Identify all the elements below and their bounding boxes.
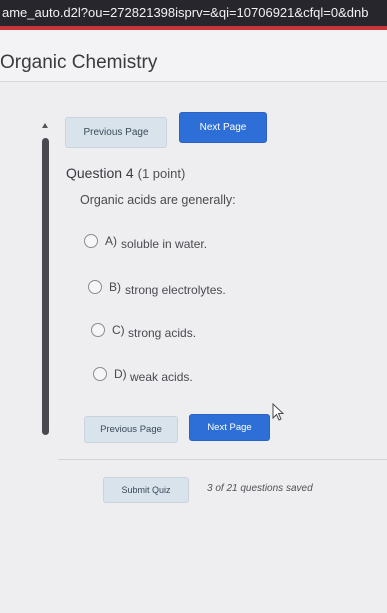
next-page-label: Next Page [199, 122, 247, 133]
option-c-letter: C) [112, 323, 125, 337]
previous-page-button-bottom[interactable]: Previous Page [84, 416, 178, 443]
next-page-button-top[interactable]: Next Page [179, 112, 267, 143]
submit-quiz-button[interactable]: Submit Quiz [103, 477, 189, 503]
option-a-text: soluble in water. [121, 237, 208, 251]
course-header: Organic Chemistry [0, 30, 387, 82]
option-d-letter: D) [114, 367, 127, 381]
save-status-text: 3 of 21 questions saved [207, 483, 313, 494]
quiz-content-area [0, 82, 387, 613]
option-c-text: strong acids. [128, 326, 197, 340]
radio-button-b[interactable] [88, 280, 102, 294]
previous-page-button-top[interactable]: Previous Page [65, 117, 167, 148]
url-text: ame_auto.d2l?ou=272821398isprv=&qi=10706… [2, 5, 369, 20]
next-page-button-bottom[interactable]: Next Page [189, 414, 270, 441]
radio-button-c[interactable] [91, 323, 105, 337]
question-title: Question 4 [66, 165, 134, 181]
option-b-text: strong electrolytes. [125, 283, 226, 297]
footer-divider [58, 459, 387, 460]
mouse-pointer-icon [272, 403, 285, 421]
submit-quiz-label: Submit Quiz [121, 485, 171, 495]
scroll-up-arrow-icon[interactable] [42, 123, 48, 128]
course-title: Organic Chemistry [0, 52, 158, 73]
next-page-label-bottom: Next Page [207, 422, 252, 433]
option-b-letter: B) [109, 280, 121, 294]
question-heading: Question 4 (1 point) [66, 165, 185, 181]
option-a-letter: A) [105, 234, 117, 248]
question-points: (1 point) [137, 166, 186, 181]
previous-page-label-bottom: Previous Page [100, 424, 162, 435]
radio-button-a[interactable] [84, 234, 98, 248]
scrollbar-thumb[interactable] [42, 138, 49, 435]
previous-page-label: Previous Page [83, 127, 149, 138]
browser-url-bar[interactable]: ame_auto.d2l?ou=272821398isprv=&qi=10706… [0, 0, 387, 26]
question-text: Organic acids are generally: [80, 193, 236, 207]
radio-button-d[interactable] [93, 367, 107, 381]
option-d-text: weak acids. [130, 370, 193, 384]
